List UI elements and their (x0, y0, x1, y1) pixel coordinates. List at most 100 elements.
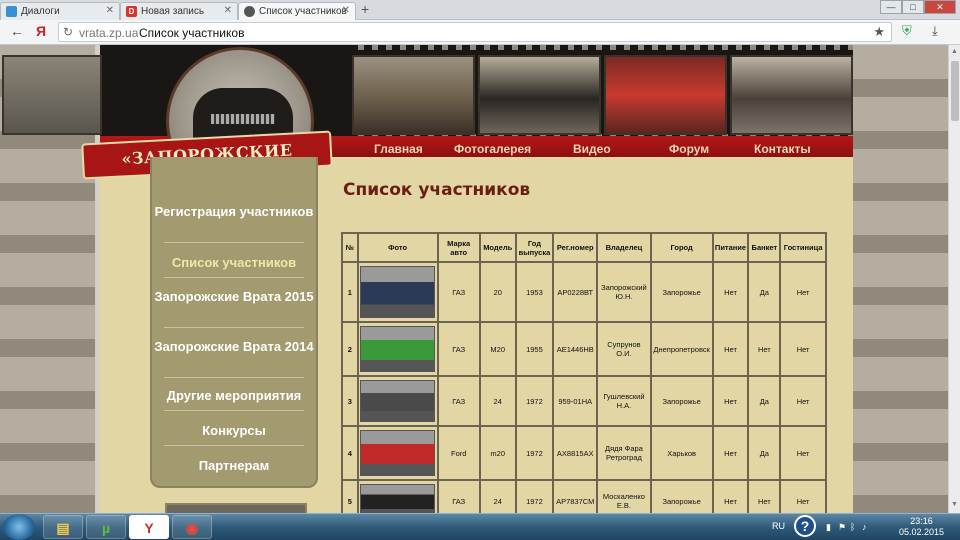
nav-gallery[interactable]: Фотогалерея (454, 142, 531, 156)
tab-participants[interactable]: Список участников ✕ (238, 2, 356, 20)
cell-year: 1953 (516, 263, 553, 321)
address-bar: ← Я ↻ vrata.zp.ua Список участников ★ ⛨ … (0, 20, 960, 45)
car-photo-cell (358, 377, 437, 425)
start-button[interactable] (3, 514, 35, 540)
sidebar-banner-image[interactable] (165, 503, 307, 513)
back-button[interactable]: ← (10, 23, 24, 39)
car-photo[interactable] (359, 484, 435, 513)
refresh-icon[interactable]: ↻ (63, 25, 73, 39)
car-photo[interactable] (359, 430, 435, 476)
sidebar-menu: Регистрация участников Список участников… (150, 157, 318, 488)
divider (164, 277, 304, 278)
cell-hotel: Нет (781, 263, 825, 321)
divider (164, 377, 304, 378)
scroll-down-icon[interactable]: ▼ (951, 501, 958, 508)
star-icon[interactable]: ★ (873, 24, 885, 40)
url-host: vrata.zp.ua (79, 26, 139, 40)
cell-model: m20 (480, 427, 515, 479)
cell-hotel: Нет (781, 323, 825, 375)
scrollbar-thumb[interactable] (951, 61, 959, 121)
sidebar-item-zv2014[interactable]: Запорожские Врата 2014 (152, 339, 316, 354)
clock[interactable]: 23:16 05.02.2015 (899, 516, 944, 538)
sidebar-item-registration[interactable]: Регистрация участников (152, 204, 316, 219)
cell-model: М20 (480, 323, 515, 375)
header-photo-car (604, 55, 727, 135)
explorer-icon[interactable]: ▤ (43, 515, 83, 539)
main-nav: Главная Фотогалерея Видео Форум Контакты (346, 142, 846, 156)
cell-make: Ford (438, 427, 479, 479)
sidebar-item-other-events[interactable]: Другие мероприятия (152, 388, 316, 403)
cell-owner: Запорожский Ю.Н. (598, 263, 650, 321)
flag-icon[interactable]: ⚑ (838, 522, 846, 533)
cell-make: ГАЗ (438, 481, 479, 513)
column-header: Марка авто (438, 234, 479, 261)
browser-tab-bar: Диалоги ✕ D Новая запись ✕ Список участн… (0, 0, 960, 20)
cell-reg: АХ8815АХ (554, 427, 597, 479)
header-photo-car (352, 55, 475, 135)
site-favicon-icon (244, 6, 255, 17)
cell-food: Нет (713, 263, 748, 321)
tab-dialogs[interactable]: Диалоги ✕ (0, 2, 120, 20)
cell-model: 20 (480, 263, 515, 321)
sidebar-item-participants[interactable]: Список участников (152, 255, 316, 270)
nav-contacts[interactable]: Контакты (754, 142, 811, 156)
close-icon[interactable]: ✕ (224, 5, 232, 16)
column-header: Владелец (598, 234, 650, 261)
table-row: 5 ГАЗ 24 1972 АР7837СМ Москаленко Е.В. Запорож… (343, 481, 825, 513)
car-photo[interactable] (359, 380, 435, 422)
header-photo-car (730, 55, 853, 135)
cell-city: Запорожье (651, 263, 712, 321)
volume-icon[interactable]: ♪ (862, 522, 867, 532)
car-photo[interactable] (359, 326, 435, 372)
close-window-button[interactable]: ✕ (924, 0, 956, 14)
cell-city: Днепропетровск (651, 323, 712, 375)
new-tab-button[interactable]: + (361, 1, 369, 17)
row-number: 3 (343, 377, 357, 425)
help-icon[interactable]: ? (794, 515, 816, 537)
cell-hotel: Нет (781, 427, 825, 479)
nav-home[interactable]: Главная (374, 142, 423, 156)
shield-icon[interactable]: ⛨ (902, 23, 912, 39)
chrome-icon[interactable]: ◉ (172, 515, 212, 539)
yandex-logo[interactable]: Я (36, 23, 46, 39)
web-page: «ЗАПОРОЖСКИЕ ВРАТА» Главная Фотогалерея … (0, 45, 948, 513)
vertical-scrollbar[interactable]: ▲ ▼ (948, 45, 960, 513)
cell-owner: Гушлевский Н.А. (598, 377, 650, 425)
windows-taskbar: ▤ µ Y ◉ RU ? ▮ ⚑ ᛒ ♪ 23:16 05.02.2015 (0, 513, 960, 540)
minimize-button[interactable]: — (880, 0, 902, 14)
table-row: 1 ГАЗ 20 1953 АР0228ВТ Запорожский Ю.Н. Запоро… (343, 263, 825, 321)
cell-banquet: Нет (749, 323, 780, 375)
tab-new-post[interactable]: D Новая запись ✕ (120, 2, 238, 20)
cell-reg: 959-01НА (554, 377, 597, 425)
cell-city: Харьков (651, 427, 712, 479)
bluetooth-icon[interactable]: ᛒ (850, 522, 855, 532)
nav-forum[interactable]: Форум (669, 142, 709, 156)
close-icon[interactable]: ✕ (342, 5, 350, 16)
scroll-up-icon[interactable]: ▲ (951, 48, 958, 55)
cell-hotel: Нет (781, 481, 825, 513)
close-icon[interactable]: ✕ (106, 5, 114, 16)
header-photo-car (2, 55, 102, 135)
cell-banquet: Да (749, 263, 780, 321)
table-row: 3 ГАЗ 24 1972 959-01НА Гушлевский Н.А. Запорож… (343, 377, 825, 425)
yandex-browser-icon[interactable]: Y (129, 515, 169, 539)
maximize-button[interactable]: □ (902, 0, 924, 14)
language-indicator[interactable]: RU (772, 521, 785, 531)
row-number: 4 (343, 427, 357, 479)
building-right-decoration (853, 45, 948, 513)
network-icon[interactable]: ▮ (826, 522, 831, 533)
table-row: 2 ГАЗ М20 1955 АЕ1446НВ Супрунов О.И. Днепропе… (343, 323, 825, 375)
car-photo-cell (358, 481, 437, 513)
sidebar-item-zv2015[interactable]: Запорожские Врата 2015 (152, 289, 316, 304)
car-photo[interactable] (359, 266, 435, 318)
nav-video[interactable]: Видео (573, 142, 611, 156)
cell-reg: АР7837СМ (554, 481, 597, 513)
cell-owner: Дядя Фара Ретроград (598, 427, 650, 479)
column-header: № (343, 234, 357, 261)
sidebar-item-partners[interactable]: Партнерам (152, 458, 316, 473)
download-icon[interactable]: ⤓ (932, 23, 938, 39)
url-field[interactable]: ↻ vrata.zp.ua Список участников ★ (58, 22, 892, 42)
sidebar-item-contests[interactable]: Конкурсы (152, 423, 316, 438)
utorrent-icon[interactable]: µ (86, 515, 126, 539)
cell-year: 1972 (516, 481, 553, 513)
